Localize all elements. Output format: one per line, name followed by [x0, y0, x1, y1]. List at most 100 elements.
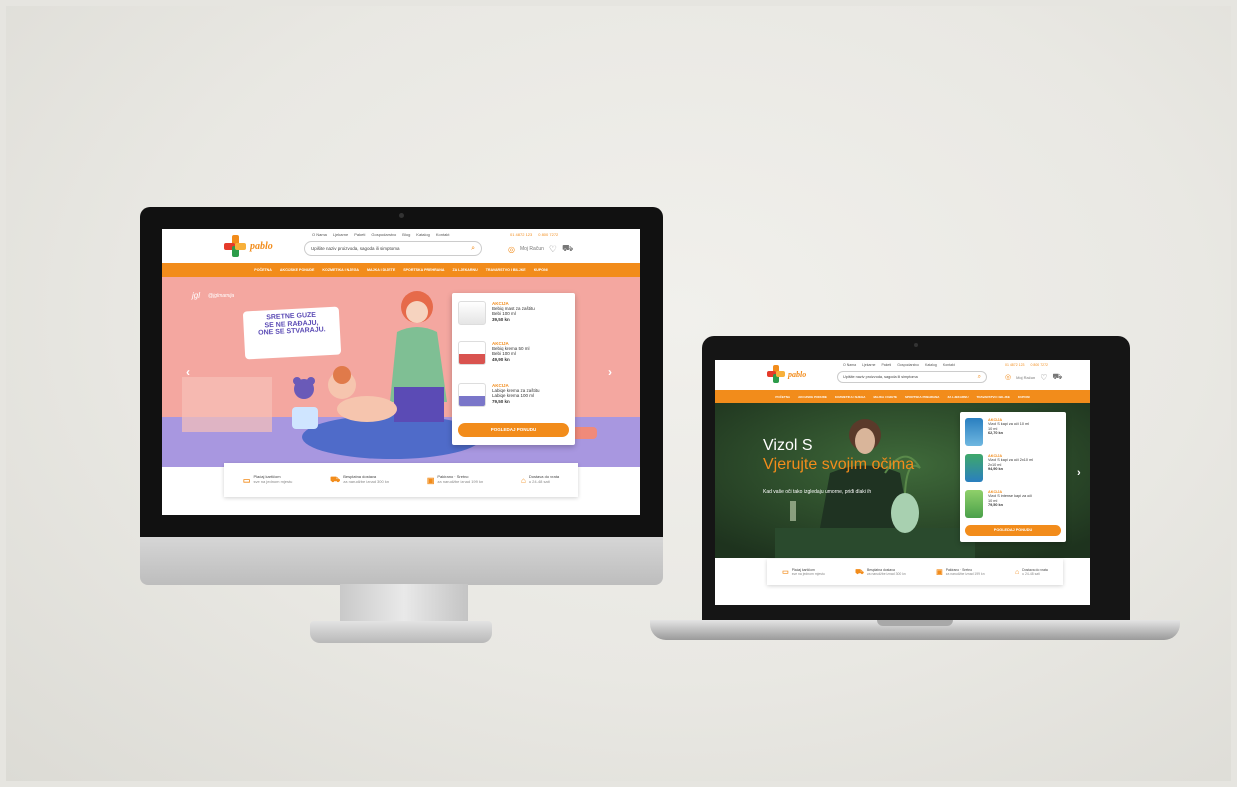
truck-icon: ⛟ [330, 475, 341, 484]
main-nav: POČETNA AKCIJSKE PONUDE KOZMETIKA I NJEG… [162, 263, 640, 277]
top-link[interactable]: Katalog [416, 232, 430, 237]
site-logo[interactable]: pablo [224, 235, 273, 257]
imac-stand [340, 584, 468, 624]
nav-item[interactable]: AKCIJSKE PONUDE [794, 395, 831, 399]
gift-icon: ▣ [426, 475, 435, 485]
top-link[interactable]: Kontakt [943, 363, 955, 367]
search-input[interactable]: Upišite naziv proizvoda, sagoda ili simp… [837, 371, 987, 383]
product-price: 62,70 kn [988, 431, 1003, 436]
carousel-prev-arrow[interactable]: ‹ [186, 365, 190, 379]
cross-logo-icon [224, 235, 246, 257]
nav-item[interactable]: ZA LJEKARNU [448, 268, 481, 272]
header-actions: ◎ Moj Račun ♡ ⛟ [508, 243, 573, 255]
product-image [965, 454, 983, 482]
top-link[interactable]: Gospodarstvo [897, 363, 919, 367]
features-bar: ▭ Plaćaj kartičom sve na jednom mjestu ⛟ … [224, 463, 578, 497]
feature-item: ▭ Plaćaj kartičom sve na jednom mjestu [242, 474, 292, 485]
nav-item[interactable]: KUPONI [1014, 395, 1034, 399]
product-item[interactable]: AKCIJA Bebiq krema 50 ml Bebi 100 ml 49,… [452, 341, 575, 365]
laptop-notch [877, 620, 953, 626]
search-input[interactable]: Upišite naziv proizvoda, sagoda ili simp… [304, 241, 482, 256]
user-icon[interactable]: ◎ [508, 245, 515, 254]
cart-icon[interactable]: ⛟ [1052, 372, 1062, 382]
top-link[interactable]: Ljekarne [333, 232, 348, 237]
heart-icon[interactable]: ♡ [549, 244, 557, 255]
webcam-icon [914, 343, 918, 347]
carousel-next-arrow[interactable]: › [1077, 467, 1081, 479]
product-price: 39,50 kn [492, 316, 510, 322]
feature-subtitle: u 24-48 sati [1022, 572, 1040, 576]
product-price: 49,90 kn [492, 356, 510, 362]
phone-number[interactable]: 0 800 7272 [538, 232, 558, 237]
phone-number[interactable]: 01 4872 123 [1005, 363, 1024, 367]
heart-icon[interactable]: ♡ [1040, 373, 1047, 382]
top-link[interactable]: Paketi [354, 232, 365, 237]
top-link[interactable]: O Nama [312, 232, 327, 237]
top-link[interactable]: Paketi [881, 363, 891, 367]
nav-item[interactable]: KOZMETIKA I NJEGA [831, 395, 870, 399]
nav-item[interactable]: SPORTSKA PREHRANA [399, 268, 448, 272]
phone-number[interactable]: 01 4872 123 [510, 232, 532, 237]
gift-icon: ▣ [936, 569, 943, 576]
top-link[interactable]: O Nama [843, 363, 856, 367]
view-offer-button[interactable]: POGLEDAJ PONUDU [965, 525, 1061, 536]
top-link[interactable]: Ljekarne [862, 363, 875, 367]
nav-item[interactable]: MAJKA I DIJETE [363, 268, 399, 272]
nav-item[interactable]: KUPONI [530, 268, 552, 272]
top-link[interactable]: Kontakt [436, 232, 450, 237]
desktop-screen: pablo O Nama Ljekarne Paketi Gospodarstv… [162, 229, 640, 515]
search-icon[interactable]: ⌕ [978, 374, 981, 381]
nav-item[interactable]: SPORTSKA PREHRANA [901, 395, 943, 399]
site-logo[interactable]: pablo [767, 365, 806, 383]
nav-item[interactable]: TRAVARSTVO I BILJKE [482, 268, 530, 272]
view-offer-button[interactable]: POGLEDAJ PONUDU [458, 423, 569, 437]
search-icon[interactable]: ⌕ [471, 245, 475, 253]
product-image [965, 418, 983, 446]
hero-title: Vizol S [763, 437, 813, 454]
card-icon: ▭ [242, 475, 251, 485]
feature-subtitle: za narudžbe iznad 300 kn [866, 572, 906, 576]
nav-item[interactable]: TRAVARSTVO I BILJKE [973, 395, 1014, 399]
product-item[interactable]: AKCIJA Vizol S intense kapi za oči 10 ml… [960, 490, 1066, 518]
product-item[interactable]: AKCIJA Bebiq mast za zaštitu Bebi 100 ml… [452, 301, 575, 325]
account-label[interactable]: Moj Račun [1016, 375, 1035, 380]
account-label[interactable]: Moj Račun [520, 246, 544, 252]
feature-subtitle: u 24-48 sati [528, 479, 550, 484]
feature-item: ⛟ Besplatna dostava za narudžbe iznad 300… [330, 474, 390, 485]
user-icon[interactable]: ◎ [1005, 373, 1011, 381]
nav-item[interactable]: KOZMETIKA I NJEGA [318, 268, 363, 272]
feature-item: ▣ Pakirano · Sretno za narudžbe iznad 199… [936, 568, 984, 576]
nav-item[interactable]: MAJKA I DIJETE [869, 395, 901, 399]
top-link[interactable]: Gospodarstvo [371, 232, 396, 237]
product-card: AKCIJA Bebiq mast za zaštitu Bebi 100 ml… [452, 293, 575, 445]
product-image [965, 490, 983, 518]
hero-handle: @jglmamija [208, 293, 235, 299]
top-link[interactable]: Blog [402, 232, 410, 237]
top-link[interactable]: Katalog [925, 363, 937, 367]
laptop-screen: pablo O Nama Ljekarne Paketi Gospodarstv… [715, 360, 1090, 605]
product-size: Labiqe krema 100 ml [492, 393, 535, 399]
feature-subtitle: za narudžbe iznad 300 kn [343, 479, 390, 484]
cart-icon[interactable]: ⛟ [562, 243, 573, 255]
product-image [458, 383, 486, 407]
product-item[interactable]: AKCIJA Vizol S kapi za oči 10 ml 10 ml 6… [960, 418, 1066, 446]
search-placeholder: Upišite naziv proizvoda, sagoda ili simp… [311, 246, 400, 251]
nav-item[interactable]: POČETNA [250, 268, 276, 272]
nav-item[interactable]: ZA LJEKARNU [943, 395, 972, 399]
home-icon: ⌂ [520, 475, 526, 485]
product-price: 79,50 kn [492, 398, 510, 404]
feature-subtitle: za narudžbe iznad 199 kn [945, 572, 985, 576]
product-image [458, 341, 486, 365]
carousel-next-arrow[interactable]: › [608, 365, 612, 379]
nav-item[interactable]: AKCIJSKE PONUDE [276, 268, 319, 272]
product-item[interactable]: AKCIJA Vizol S kapi za oči 2x10 ml 2x10 … [960, 454, 1066, 482]
product-item[interactable]: AKCIJA Labiqe krema za zaštitu Labiqe kr… [452, 383, 575, 407]
phone-number[interactable]: 0 800 7272 [1030, 363, 1048, 367]
product-price: 94,90 kn [988, 467, 1003, 472]
nav-item[interactable]: POČETNA [771, 395, 794, 399]
site-header: pablo O Nama Ljekarne Paketi Gospodarstv… [715, 360, 1090, 390]
features-bar: ▭ Plaćaj kartičom sve na jednom mjestu ⛟ … [767, 559, 1063, 585]
feature-item: ▣ Pakirano · Sretno za narudžbe iznad 199… [426, 474, 483, 485]
logo-text: pablo [250, 240, 273, 252]
feature-item: ⌂ Dostava do vrata u 24-48 sati [520, 474, 559, 485]
